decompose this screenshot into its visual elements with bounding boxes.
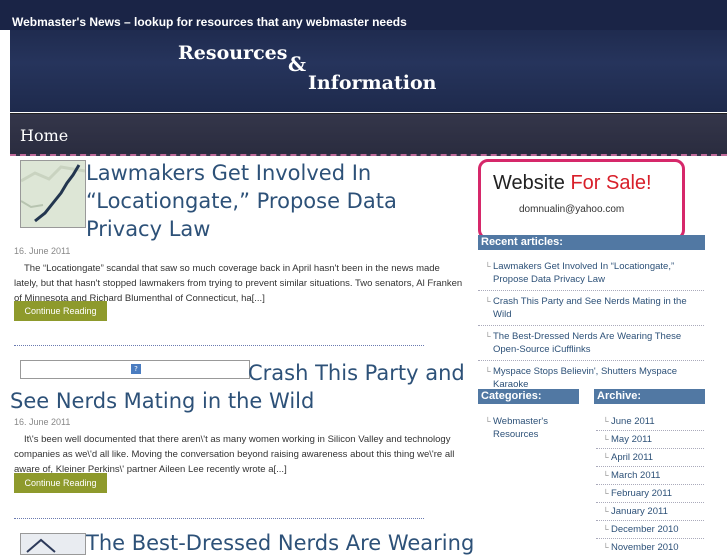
archive-link[interactable]: └ January 2011	[596, 505, 704, 521]
archive-title: Archive:	[594, 389, 705, 404]
ad-headline-black: Website	[493, 172, 571, 194]
post-thumbnail[interactable]	[20, 533, 86, 555]
ad-headline-red: For Sale!	[570, 172, 652, 194]
bullet-icon: └	[485, 417, 491, 426]
post-thumbnail-map[interactable]	[20, 160, 86, 228]
bullet-icon: └	[485, 367, 491, 376]
archive-label: December 2010	[611, 524, 679, 535]
recent-articles-list: └ Lawmakers Get Involved In “Locationgate…	[478, 260, 704, 391]
archive-link[interactable]: └ May 2011	[596, 433, 704, 449]
post-date: 16. June 2011	[14, 246, 71, 256]
continue-reading-button[interactable]: Continue Reading	[14, 473, 107, 493]
post-excerpt: It\'s been well documented that there ar…	[14, 434, 455, 475]
nav-bar: Home	[10, 113, 727, 156]
logo-text-resources: Resources	[178, 42, 288, 64]
post-title[interactable]: Crash This Party and See Nerds Mating in…	[10, 359, 470, 415]
recent-article-label: Lawmakers Get Involved In “Locationgate,…	[493, 261, 675, 285]
recent-article-link[interactable]: └ The Best-Dressed Nerds Are Wearing Thes…	[478, 330, 704, 361]
bullet-icon: └	[603, 471, 609, 480]
bullet-icon: └	[603, 543, 609, 552]
post-divider	[14, 518, 424, 519]
category-label: Webmaster's Resources	[493, 416, 548, 440]
site-title[interactable]: Webmaster's News – lookup for resources …	[12, 15, 407, 29]
map-icon	[20, 161, 86, 227]
header-banner: Resources & Information	[10, 30, 727, 112]
post-excerpt: The “Locationgate” scandal that saw so m…	[14, 263, 463, 304]
ad-headline: Website For Sale!	[493, 172, 652, 195]
post-title[interactable]: The Best-Dressed Nerds Are Wearing	[86, 529, 474, 557]
post-divider	[14, 345, 424, 346]
bullet-icon: └	[485, 262, 491, 271]
archive-label: March 2011	[611, 470, 661, 481]
archive-list: └ June 2011 └ May 2011 └ April 2011 └ March …	[596, 415, 704, 554]
image-icon	[26, 538, 56, 553]
recent-article-link[interactable]: └ Myspace Stops Believin', Shutters Myspa…	[478, 365, 704, 391]
categories-title: Categories:	[478, 389, 579, 404]
bullet-icon: └	[603, 417, 609, 426]
archive-label: June 2011	[611, 416, 655, 427]
archive-link[interactable]: └ December 2010	[596, 523, 704, 539]
archive-link[interactable]: └ June 2011	[596, 415, 704, 431]
archive-link[interactable]: └ February 2011	[596, 487, 704, 503]
archive-label: April 2011	[611, 452, 654, 463]
bullet-icon: └	[485, 297, 491, 306]
bullet-icon: └	[603, 525, 609, 534]
recent-article-link[interactable]: └ Lawmakers Get Involved In “Locationgate…	[478, 260, 704, 291]
sidebar: Website For Sale! domnualin@yahoo.com Re…	[476, 157, 727, 553]
main-content: Lawmakers Get Involved In “Locationgate,…	[10, 157, 474, 555]
archive-link[interactable]: └ November 2010	[596, 541, 704, 554]
website-for-sale-ad[interactable]: Website For Sale! domnualin@yahoo.com	[478, 159, 685, 240]
category-link[interactable]: └ Webmaster's Resources	[478, 415, 582, 441]
post-date: 16. June 2011	[14, 417, 71, 427]
top-bar: Webmaster's News – lookup for resources …	[0, 0, 727, 30]
archive-link[interactable]: └ April 2011	[596, 451, 704, 467]
bullet-icon: └	[603, 435, 609, 444]
bullet-icon: └	[603, 489, 609, 498]
recent-article-link[interactable]: └ Crash This Party and See Nerds Mating i…	[478, 295, 704, 326]
logo-ampersand: &	[288, 52, 307, 76]
logo-text-information: Information	[308, 72, 437, 94]
archive-link[interactable]: └ March 2011	[596, 469, 704, 485]
bullet-icon: └	[603, 507, 609, 516]
categories-list: └ Webmaster's Resources	[478, 415, 582, 441]
recent-article-label: Myspace Stops Believin', Shutters Myspac…	[493, 366, 677, 390]
bullet-icon: └	[485, 332, 491, 341]
archive-label: February 2011	[611, 488, 673, 499]
recent-articles-title: Recent articles:	[478, 235, 705, 250]
continue-reading-button[interactable]: Continue Reading	[14, 301, 107, 321]
archive-label: May 2011	[611, 434, 653, 445]
recent-article-label: Crash This Party and See Nerds Mating in…	[493, 296, 687, 320]
bullet-icon: └	[603, 453, 609, 462]
nav-home-link[interactable]: Home	[20, 126, 68, 145]
recent-article-label: The Best-Dressed Nerds Are Wearing These…	[493, 331, 682, 355]
ad-email: domnualin@yahoo.com	[519, 204, 625, 215]
archive-label: January 2011	[611, 506, 668, 517]
post-title[interactable]: Lawmakers Get Involved In “Locationgate,…	[86, 159, 466, 243]
archive-label: November 2010	[611, 542, 679, 553]
